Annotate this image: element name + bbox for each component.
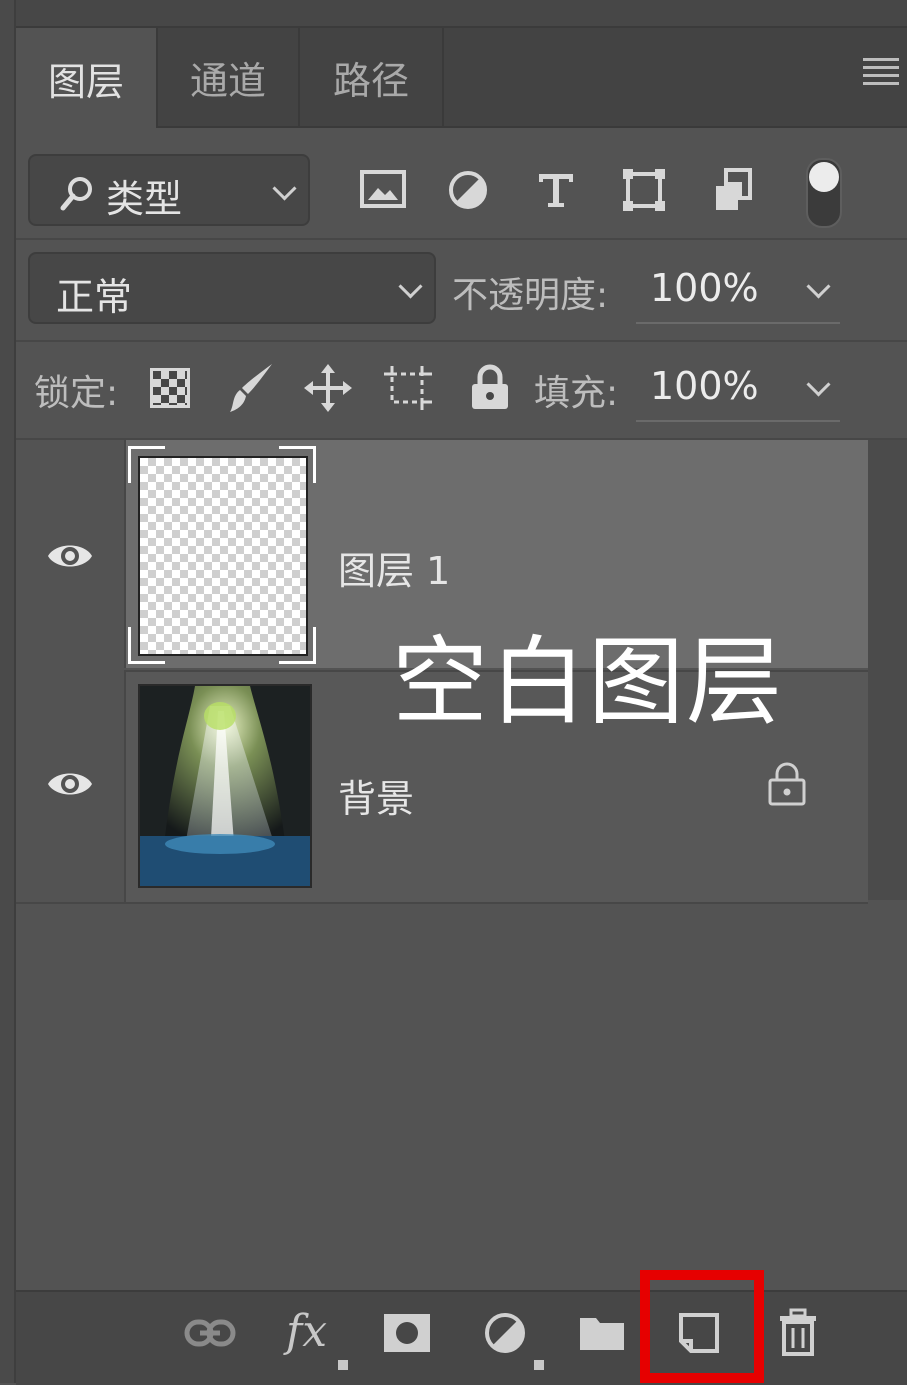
- new-layer-highlight-box: [640, 1270, 764, 1383]
- shape-filter-icon[interactable]: [622, 168, 666, 212]
- layer-mask-icon[interactable]: [382, 1312, 432, 1354]
- layers-bottom-toolbar: [16, 1290, 907, 1385]
- layer-name[interactable]: 图层 1: [338, 540, 450, 595]
- layer-name[interactable]: 背景: [338, 768, 414, 823]
- lock-transparent-icon[interactable]: [150, 368, 190, 408]
- filter-kind-select[interactable]: 类型: [28, 154, 310, 226]
- panel-menu-icon[interactable]: [863, 58, 899, 88]
- smart-object-filter-icon[interactable]: [712, 168, 754, 212]
- eye-icon[interactable]: [46, 538, 94, 574]
- lock-paint-icon[interactable]: [228, 362, 276, 414]
- link-layers-icon[interactable]: [184, 1316, 236, 1350]
- fill-chevron-down-icon[interactable]: [806, 372, 831, 397]
- top-strip: [0, 0, 907, 28]
- tab-channels[interactable]: 通道: [158, 28, 300, 126]
- fill-value[interactable]: 100%: [650, 364, 759, 408]
- lock-artboard-icon[interactable]: [384, 366, 434, 410]
- filter-toggle-switch[interactable]: [806, 158, 842, 228]
- transparent-thumbnail: [138, 456, 308, 656]
- adjustment-filter-icon[interactable]: [448, 170, 488, 210]
- adjustment-layer-icon[interactable]: [484, 1312, 526, 1354]
- text-filter-icon[interactable]: [536, 170, 576, 210]
- lock-label: 锁定:: [34, 373, 119, 414]
- blend-mode-select[interactable]: 正常: [28, 252, 436, 324]
- opacity-value[interactable]: 100%: [650, 266, 759, 310]
- layer-thumbnail-frame: [128, 446, 316, 664]
- opacity-label: 不透明度:: [452, 275, 609, 316]
- lock-all-icon[interactable]: [470, 364, 510, 410]
- tab-paths[interactable]: 路径: [300, 28, 444, 126]
- layers-scrollbar[interactable]: [868, 440, 907, 900]
- annotation-text: 空白图层: [392, 626, 784, 738]
- cave-waterfall-thumbnail: [138, 684, 312, 888]
- panel-tab-bar: 图层 通道 路径: [16, 28, 907, 128]
- fx-icon[interactable]: fx: [286, 1306, 327, 1357]
- eye-icon[interactable]: [46, 766, 94, 802]
- filter-kind-label: 类型: [106, 177, 183, 221]
- search-icon: [60, 177, 92, 211]
- chevron-down-icon: [398, 274, 423, 299]
- fill-label: 填充:: [534, 373, 619, 414]
- tab-layers[interactable]: 图层: [16, 28, 158, 128]
- left-edge: [0, 0, 16, 1383]
- lock-position-icon[interactable]: [304, 364, 352, 412]
- trash-icon[interactable]: [778, 1308, 818, 1356]
- layer-lock-icon[interactable]: [768, 762, 806, 806]
- image-filter-icon[interactable]: [360, 168, 406, 210]
- blend-mode-value: 正常: [56, 275, 133, 319]
- opacity-chevron-down-icon[interactable]: [806, 274, 831, 299]
- chevron-down-icon: [272, 176, 297, 201]
- group-folder-icon[interactable]: [578, 1314, 626, 1352]
